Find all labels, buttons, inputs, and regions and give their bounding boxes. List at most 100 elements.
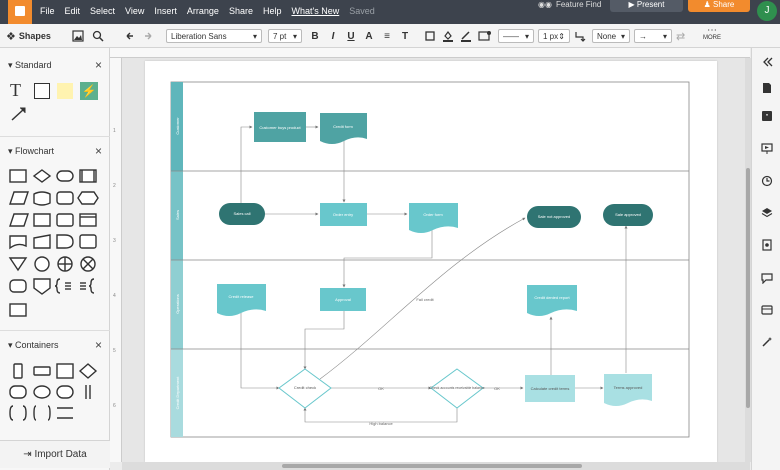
line-style-select[interactable]: —— ▾ xyxy=(498,29,534,43)
import-data-button[interactable]: ⇥ Import Data xyxy=(0,440,110,468)
close-icon[interactable]: × xyxy=(95,58,102,72)
collapse-panel-icon[interactable] xyxy=(761,56,773,68)
menu-help[interactable]: Help xyxy=(263,6,282,16)
edge-label-ok2: OK xyxy=(494,386,500,391)
search-icon[interactable] xyxy=(92,28,104,44)
font-size-select[interactable]: 7 pt ▾ xyxy=(268,29,302,43)
node-label: Approval xyxy=(335,297,351,302)
presentation-icon[interactable] xyxy=(761,143,773,155)
feature-find-button[interactable]: ◉◉ Feature Find xyxy=(538,0,601,9)
rectangle-shape[interactable] xyxy=(34,83,50,99)
menu-edit[interactable]: Edit xyxy=(65,6,81,16)
menu-file[interactable]: File xyxy=(40,6,55,16)
scroll-thumb[interactable] xyxy=(746,168,750,408)
layers-icon[interactable] xyxy=(761,207,773,219)
rounded-container-shape xyxy=(9,385,27,399)
terminator-shape xyxy=(56,170,74,182)
node-approval[interactable]: Approval xyxy=(320,288,366,311)
lane-label-sales: Sales xyxy=(175,210,180,220)
main-menu: File Edit Select View Insert Arrange Sha… xyxy=(40,6,375,16)
flowchart-shapes[interactable] xyxy=(8,168,102,318)
swap-icon[interactable]: ⇄ xyxy=(676,30,685,43)
undo-icon[interactable] xyxy=(124,28,136,44)
menu-insert[interactable]: Insert xyxy=(154,6,177,16)
node-sale-approved[interactable]: Sale approved xyxy=(603,204,653,226)
avatar[interactable]: J xyxy=(757,1,777,21)
collapse-icon: ▾ xyxy=(8,339,16,350)
history-icon[interactable] xyxy=(761,175,773,187)
text-color-icon[interactable]: A xyxy=(362,31,376,42)
fill-color-icon[interactable] xyxy=(442,30,454,42)
data-link-icon[interactable] xyxy=(761,239,773,251)
containers-section-header[interactable]: ▾ Containers × xyxy=(8,338,102,352)
quote-icon[interactable]: " xyxy=(761,110,773,122)
standard-section-header[interactable]: ▾ Standard × xyxy=(8,58,102,72)
horizontal-scrollbar[interactable] xyxy=(122,462,750,470)
diagram-page[interactable]: Customer Sales Operations Credit Departm… xyxy=(145,61,717,462)
line-start-value: None xyxy=(597,31,617,41)
node-label: Credit check xyxy=(294,385,316,390)
collapse-icon: ▾ xyxy=(8,59,16,70)
page-icon[interactable] xyxy=(761,82,773,94)
close-icon[interactable]: × xyxy=(95,338,102,352)
underline-icon[interactable]: U xyxy=(344,31,358,42)
node-label: Sale approved xyxy=(615,212,641,217)
line-width-select[interactable]: 1 px ⇕ xyxy=(538,29,570,43)
text-options-icon[interactable]: T xyxy=(398,31,412,42)
lane-label-credit: Credit Department xyxy=(175,376,180,410)
redo-icon[interactable] xyxy=(142,28,154,44)
share-button[interactable]: ♟ Share xyxy=(688,0,750,12)
bold-icon[interactable]: B xyxy=(308,31,322,42)
line-shape[interactable] xyxy=(10,106,28,122)
more-label: MORE xyxy=(703,35,721,41)
line-color-icon[interactable] xyxy=(460,30,472,42)
decision-shape xyxy=(32,169,52,183)
standard-title: Standard xyxy=(15,59,52,70)
menu-share[interactable]: Share xyxy=(229,6,253,16)
cylinder-shape xyxy=(33,213,51,227)
menu-select[interactable]: Select xyxy=(90,6,115,16)
line-end-select[interactable]: → ▾ xyxy=(634,29,672,43)
internal-storage-shape xyxy=(56,213,74,227)
text-shape[interactable]: T xyxy=(10,81,21,99)
connector-style-icon[interactable] xyxy=(574,30,588,42)
menu-whats-new[interactable]: What's New xyxy=(292,6,340,16)
node-order-entry[interactable]: Order entry xyxy=(320,203,367,226)
scroll-thumb[interactable] xyxy=(282,464,582,468)
italic-icon[interactable]: I xyxy=(326,31,340,42)
binoculars-icon: ◉◉ xyxy=(538,0,552,9)
theme-icon[interactable] xyxy=(761,304,773,316)
image-icon[interactable] xyxy=(72,28,84,44)
flowchart-section-header[interactable]: ▾ Flowchart × xyxy=(8,144,102,158)
align-icon[interactable]: ≡ xyxy=(380,31,394,42)
close-icon[interactable]: × xyxy=(95,144,102,158)
import-label: Import Data xyxy=(34,449,87,460)
style-icon[interactable] xyxy=(478,30,492,42)
node-label: Credit form xyxy=(333,124,353,129)
menu-view[interactable]: View xyxy=(125,6,144,16)
comment-icon[interactable] xyxy=(761,272,773,284)
node-customer-purchase[interactable]: Customer buys product xyxy=(254,112,306,142)
node-calculate-credit[interactable]: Calculate credit terms xyxy=(525,375,575,402)
more-button[interactable]: ⋯ MORE xyxy=(703,26,721,46)
saved-status: Saved xyxy=(349,6,375,16)
node-label: Order form xyxy=(423,212,443,217)
lightning-shape[interactable]: ⚡ xyxy=(80,82,98,100)
line-start-select[interactable]: None ▾ xyxy=(592,29,630,43)
app-logo[interactable] xyxy=(8,0,32,24)
edge-label-high-balance: High balance xyxy=(369,421,393,426)
container-shapes[interactable] xyxy=(8,362,102,422)
shape-outline-icon[interactable] xyxy=(424,30,436,42)
magic-wand-icon[interactable] xyxy=(761,336,773,348)
process-shape xyxy=(9,169,27,183)
collapse-icon: ▾ xyxy=(8,145,16,156)
node-sales-call[interactable]: Sales call xyxy=(219,203,265,225)
menu-arrange[interactable]: Arrange xyxy=(187,6,219,16)
present-button[interactable]: ▶ Present xyxy=(610,0,683,12)
edge-label-fail: Fail credit xyxy=(416,297,434,302)
node-label: Terms approved xyxy=(614,385,643,390)
font-select[interactable]: Liberation Sans ▾ xyxy=(166,29,262,43)
sticky-note-shape[interactable] xyxy=(57,83,73,99)
shapes-toggle[interactable]: ❖ Shapes xyxy=(6,28,51,44)
node-sale-not-approved[interactable]: Sale not approved xyxy=(527,206,581,228)
